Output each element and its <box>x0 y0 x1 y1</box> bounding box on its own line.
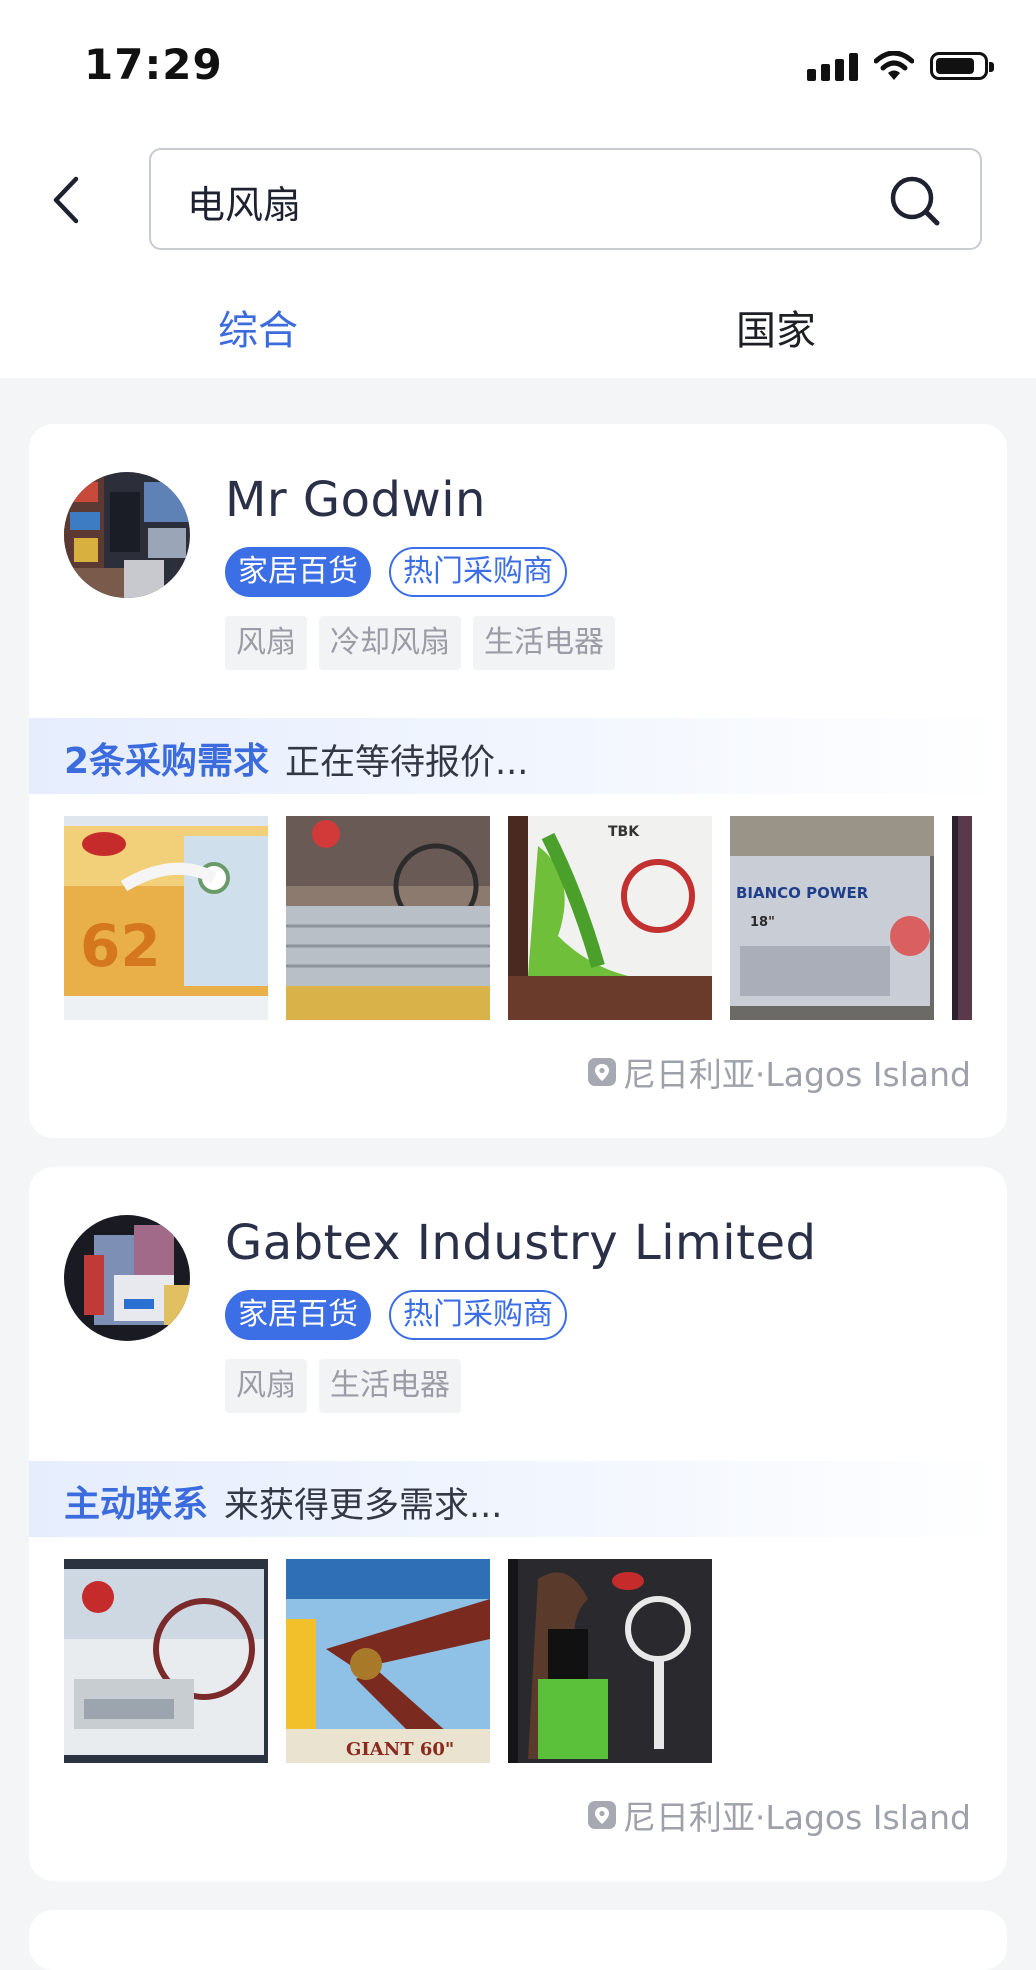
product-thumbnail[interactable] <box>64 1559 268 1763</box>
buyer-card[interactable] <box>29 1910 1007 1970</box>
product-thumbnail[interactable] <box>286 816 490 1020</box>
badge-row: 家居百货 热门采购商 <box>225 547 567 597</box>
back-button[interactable] <box>44 168 88 232</box>
buyer-card[interactable]: Mr Godwin 家居百货 热门采购商 风扇 冷却风扇 生活电器 2条采购需求… <box>29 424 1007 1138</box>
chevron-left-icon <box>53 176 79 224</box>
tag: 风扇 <box>225 616 307 670</box>
buyer-card[interactable]: Gabtex Industry Limited 家居百货 热门采购商 风扇 生活… <box>29 1167 1007 1881</box>
buyer-name: Gabtex Industry Limited <box>225 1215 817 1271</box>
battery-icon <box>930 52 994 80</box>
hot-buyer-badge: 热门采购商 <box>389 547 567 597</box>
svg-text:BIANCO POWER: BIANCO POWER <box>736 884 869 902</box>
search-icon[interactable] <box>888 174 942 228</box>
hot-buyer-badge: 热门采购商 <box>389 1290 567 1340</box>
location-pin-icon <box>587 1801 616 1829</box>
svg-text:18": 18" <box>750 915 775 930</box>
product-thumbnail[interactable]: TBK <box>508 816 712 1020</box>
avatar <box>64 1215 190 1341</box>
location-pin-icon <box>587 1058 616 1086</box>
product-thumbnail[interactable] <box>952 816 972 1020</box>
product-thumbnail[interactable]: GIANT 60" <box>286 1559 490 1763</box>
product-thumbnail[interactable]: 62 <box>64 816 268 1020</box>
product-thumbnail[interactable]: BIANCO POWER 18" <box>730 816 934 1020</box>
svg-text:TBK: TBK <box>608 824 640 840</box>
svg-text:62: 62 <box>80 912 161 980</box>
location-text: 尼日利亚·Lagos Island <box>622 1798 971 1837</box>
demand-highlight: 2条采购需求 <box>64 741 270 782</box>
avatar <box>64 472 190 598</box>
thumbnail-strip[interactable]: GIANT 60" <box>64 1559 972 1765</box>
svg-text:GIANT 60": GIANT 60" <box>346 1739 454 1760</box>
tag-row: 风扇 生活电器 <box>225 1359 461 1413</box>
status-time: 17:29 <box>84 40 223 89</box>
wifi-icon <box>874 51 914 80</box>
status-icons <box>807 46 994 86</box>
demand-text: 正在等待报价... <box>285 743 529 783</box>
product-thumbnail[interactable] <box>508 1559 712 1763</box>
demand-text: 来获得更多需求... <box>224 1486 503 1526</box>
tag: 生活电器 <box>473 616 615 670</box>
tag: 生活电器 <box>319 1359 461 1413</box>
tab-general[interactable]: 综合 <box>218 298 298 356</box>
tab-country[interactable]: 国家 <box>736 298 816 356</box>
buyer-name: Mr Godwin <box>225 472 486 528</box>
search-query: 电风扇 <box>187 183 302 227</box>
location: 尼日利亚·Lagos Island <box>587 1052 971 1094</box>
header: 17:29 电风扇 综合 国家 <box>0 0 1036 378</box>
thumbnail-strip[interactable]: 62 TBK BIANCO POWER 18" <box>64 816 972 1022</box>
demand-highlight: 主动联系 <box>64 1484 209 1525</box>
category-badge: 家居百货 <box>225 1290 371 1340</box>
tag: 冷却风扇 <box>319 616 461 670</box>
signal-icon <box>807 51 858 81</box>
tag: 风扇 <box>225 1359 307 1413</box>
search-input[interactable]: 电风扇 <box>149 148 982 250</box>
category-badge: 家居百货 <box>225 547 371 597</box>
demand-banner[interactable]: 2条采购需求 正在等待报价... <box>29 718 1007 794</box>
location: 尼日利亚·Lagos Island <box>587 1795 971 1837</box>
badge-row: 家居百货 热门采购商 <box>225 1290 567 1340</box>
demand-banner[interactable]: 主动联系 来获得更多需求... <box>29 1461 1007 1537</box>
location-text: 尼日利亚·Lagos Island <box>622 1055 971 1094</box>
tag-row: 风扇 冷却风扇 生活电器 <box>225 616 615 670</box>
